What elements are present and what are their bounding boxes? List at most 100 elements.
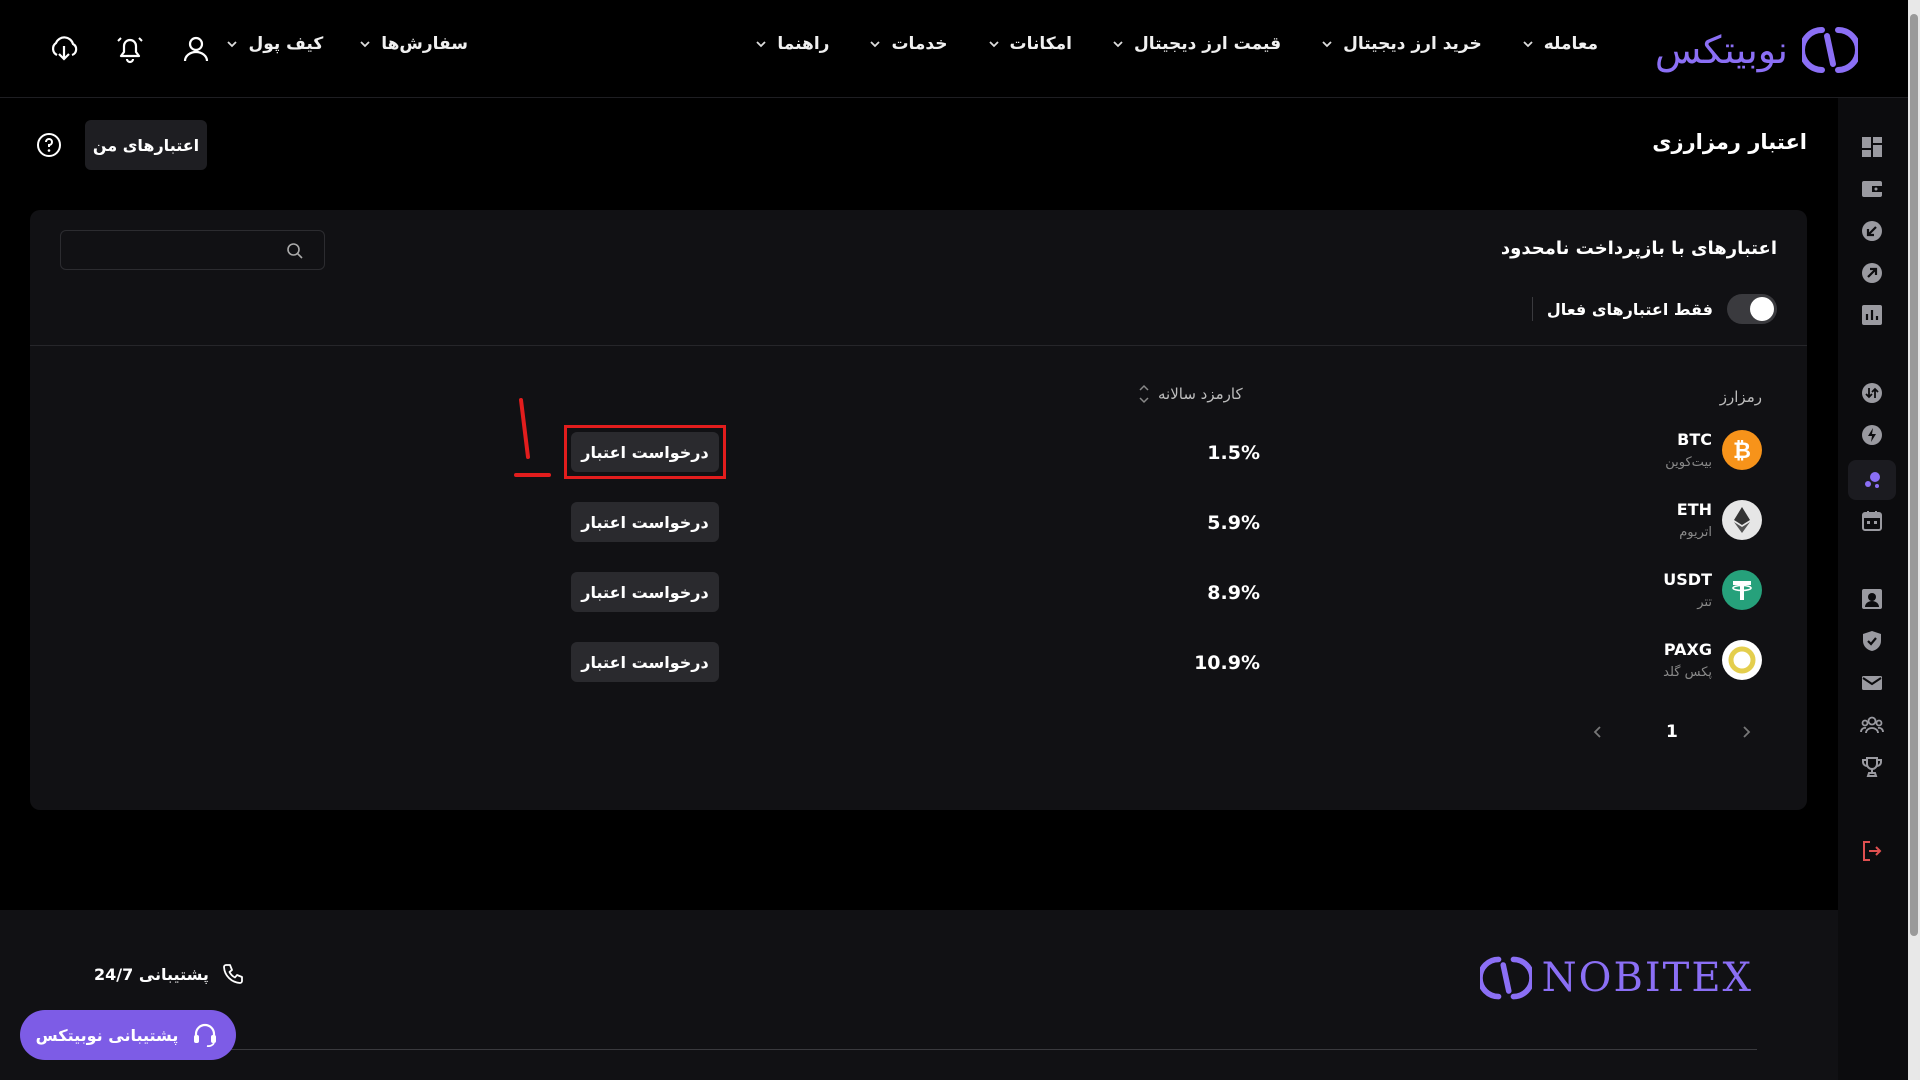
page-number[interactable]: 1: [1666, 722, 1678, 742]
phone-icon: [223, 964, 243, 984]
coin-text: ETH اتریوم: [1677, 500, 1712, 540]
coin-symbol: ETH: [1676, 500, 1712, 519]
annual-fee: 10.9%: [1194, 652, 1260, 674]
divider: [1531, 297, 1533, 321]
coin-symbol: USDT: [1663, 570, 1712, 589]
coin-name: اتریوم: [1679, 525, 1712, 540]
side-rail: [1838, 98, 1908, 1080]
profile-icon[interactable]: [1857, 584, 1887, 614]
svg-text:₿: ₿: [1733, 439, 1751, 464]
deposit-icon[interactable]: [1857, 216, 1887, 246]
help-icon[interactable]: [36, 132, 62, 158]
footer: NOBITEX پشتیبانی 24/7: [0, 910, 1838, 1080]
nav-item-help[interactable]: راهنما: [755, 34, 829, 54]
coin-symbol: BTC: [1677, 430, 1712, 449]
trophy-icon[interactable]: [1857, 752, 1887, 782]
brand-logo[interactable]: نوبیتکس: [1655, 22, 1858, 78]
annual-fee: 1.5%: [1207, 442, 1260, 464]
scrollbar[interactable]: [1908, 0, 1920, 1080]
column-header-fee[interactable]: کارمزد سالانه: [1138, 382, 1243, 406]
request-credit-button[interactable]: درخواست اعتبار: [571, 572, 719, 612]
nav-item-label: معامله: [1543, 34, 1598, 54]
top-navbar: نوبیتکس معامله خرید ارز دیجیتال قیمت ارز…: [0, 0, 1908, 98]
active-only-filter: فقط اعتبارهای فعال: [1531, 294, 1777, 324]
chevron-down-icon: [1523, 41, 1533, 48]
nav-item-buy-crypto[interactable]: خرید ارز دیجیتال: [1321, 34, 1482, 54]
security-shield-icon[interactable]: [1857, 626, 1887, 656]
coin-cell: ₿ BTC بیت‌کوین: [1665, 430, 1762, 470]
paxgold-logo-icon: [1722, 640, 1762, 680]
mail-icon[interactable]: [1857, 668, 1887, 698]
support-phone[interactable]: پشتیبانی 24/7: [94, 962, 245, 986]
calendar-icon[interactable]: [1857, 506, 1887, 536]
nav-item-label: خرید ارز دیجیتال: [1343, 34, 1482, 54]
scrollbar-thumb[interactable]: [1910, 14, 1918, 936]
footer-logo[interactable]: NOBITEX: [1479, 952, 1753, 1004]
referral-users-icon[interactable]: [1857, 710, 1887, 740]
chevron-right-icon[interactable]: [1738, 724, 1754, 740]
chevron-left-icon[interactable]: [1590, 724, 1606, 740]
main-nav: معامله خرید ارز دیجیتال قیمت ارز دیجیتال…: [755, 34, 1598, 54]
divider: [30, 345, 1807, 346]
user-nav: سفارش‌ها کیف پول: [226, 34, 468, 54]
support-chat-button[interactable]: پشتیبانی نوبیتکس: [20, 1010, 236, 1060]
user-icon[interactable]: [180, 33, 212, 65]
pagination: 1: [1590, 722, 1754, 742]
my-credits-button[interactable]: اعتبارهای من: [85, 120, 207, 170]
wallet-icon[interactable]: [1857, 174, 1887, 204]
bell-icon[interactable]: [114, 33, 146, 65]
credit-icon[interactable]: [1857, 465, 1887, 495]
coin-name: پکس گلد: [1663, 665, 1712, 680]
coin-cell: USDT تتر: [1663, 570, 1762, 610]
search-icon: [287, 243, 303, 259]
chevron-down-icon: [1322, 41, 1332, 48]
reports-icon[interactable]: [1857, 300, 1887, 330]
coin-name: تتر: [1697, 595, 1712, 610]
coin-text: PAXG پکس گلد: [1663, 640, 1712, 680]
download-app-icon[interactable]: [48, 33, 80, 65]
table-row: ₿ BTC بیت‌کوین 1.5% درخواست اعتبار: [30, 398, 1807, 490]
ethereum-logo-icon: [1722, 500, 1762, 540]
request-credit-button[interactable]: درخواست اعتبار: [571, 432, 719, 472]
bitcoin-logo-icon: ₿: [1722, 430, 1762, 470]
support-label: پشتیبانی 24/7: [94, 964, 209, 984]
nav-item-services[interactable]: خدمات: [869, 34, 948, 54]
column-header-asset: رمزارز: [1719, 388, 1762, 406]
coin-text: BTC بیت‌کوین: [1665, 430, 1712, 470]
tether-logo-icon: [1722, 570, 1762, 610]
chevron-down-icon: [756, 41, 766, 48]
request-credit-button[interactable]: درخواست اعتبار: [571, 642, 719, 682]
dashboard-icon[interactable]: [1857, 132, 1887, 162]
nobitex-logo-icon: [1802, 27, 1858, 73]
sort-icon: [1139, 384, 1149, 404]
request-credit-button[interactable]: درخواست اعتبار: [571, 502, 719, 542]
logout-icon[interactable]: [1857, 836, 1887, 866]
top-icons: [48, 33, 212, 65]
nav-item-label: امکانات: [1009, 34, 1072, 54]
search-box: [60, 230, 325, 270]
card-title: اعتبارهای با بازپرداخت نامحدود: [1500, 238, 1777, 259]
headset-icon: [194, 1023, 217, 1048]
annotation-mark: [514, 398, 551, 477]
chevron-down-icon: [227, 41, 238, 48]
nav-item-crypto-prices[interactable]: قیمت ارز دیجیتال: [1112, 34, 1281, 54]
nav-item-trade[interactable]: معامله: [1522, 34, 1598, 54]
annual-fee: 5.9%: [1207, 512, 1260, 534]
lightning-icon[interactable]: [1857, 420, 1887, 450]
coin-name: بیت‌کوین: [1665, 455, 1712, 470]
active-only-toggle[interactable]: [1727, 294, 1777, 324]
table-row: ETH اتریوم 5.9% درخواست اعتبار: [30, 500, 1807, 560]
nav-item-wallet[interactable]: کیف پول: [226, 34, 323, 54]
nav-item-orders[interactable]: سفارش‌ها: [359, 34, 468, 54]
search-input[interactable]: [61, 231, 324, 269]
table-row: PAXG پکس گلد 10.9% درخواست اعتبار: [30, 640, 1807, 700]
coin-cell: ETH اتریوم: [1677, 500, 1762, 540]
nav-item-label: خدمات: [891, 34, 948, 54]
chevron-down-icon: [1113, 41, 1123, 48]
nav-item-label: راهنما: [777, 34, 830, 54]
convert-icon[interactable]: [1857, 378, 1887, 408]
brand-name: نوبیتکس: [1654, 28, 1788, 72]
withdraw-icon[interactable]: [1857, 258, 1887, 288]
nav-item-features[interactable]: امکانات: [988, 34, 1072, 54]
table-row: USDT تتر 8.9% درخواست اعتبار: [30, 570, 1807, 630]
